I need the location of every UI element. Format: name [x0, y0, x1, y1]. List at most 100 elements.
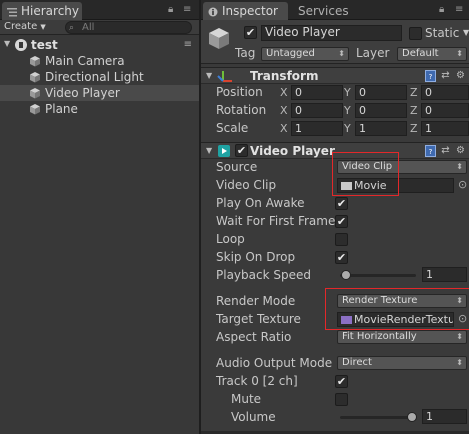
help-book-icon[interactable]: ?	[425, 70, 436, 82]
render-texture-icon	[341, 316, 352, 324]
rotation-x-field[interactable]: 0	[291, 103, 343, 118]
axis-z-label: Z	[410, 86, 418, 99]
target-texture-label: Target Texture	[216, 312, 301, 326]
hierarchy-item-label: Directional Light	[45, 70, 144, 84]
position-z-field[interactable]: 0	[421, 85, 469, 100]
volume-slider[interactable]	[340, 416, 416, 419]
gameobject-cube-icon	[30, 104, 40, 115]
lock-icon[interactable]: 🔒︎	[168, 4, 173, 15]
audio-output-mode-dropdown[interactable]: Direct ⬍	[337, 356, 467, 370]
axis-x-label: X	[280, 104, 288, 117]
gameobject-cube-icon	[209, 28, 229, 49]
playback-speed-slider-handle[interactable]	[341, 270, 351, 280]
dropdown-arrow-icon: ⬍	[456, 296, 463, 305]
rotation-y-field[interactable]: 0	[355, 103, 407, 118]
source-dropdown[interactable]: Video Clip ⬍	[337, 160, 467, 174]
scale-z-field[interactable]: 1	[421, 121, 469, 136]
mute-label: Mute	[231, 392, 262, 406]
render-mode-dropdown[interactable]: Render Texture ⬍	[337, 294, 467, 308]
tab-hierarchy[interactable]: Hierarchy	[2, 2, 82, 20]
object-name-field[interactable]: Video Player	[261, 25, 402, 41]
hierarchy-item-label: Main Camera	[45, 54, 125, 68]
playback-speed-slider[interactable]	[340, 274, 416, 277]
layer-value: Default	[402, 48, 439, 59]
video-clip-field[interactable]: Movie	[337, 178, 454, 193]
loop-checkbox[interactable]	[335, 233, 348, 246]
search-placeholder: All	[82, 22, 95, 33]
transform-header[interactable]: ▼ Transform ? ⇄ ⚙	[201, 67, 469, 84]
track-checkbox[interactable]: ✔	[335, 375, 348, 388]
source-label: Source	[216, 160, 258, 174]
video-clip-value: Movie	[354, 179, 387, 192]
skip-on-drop-label: Skip On Drop	[216, 250, 296, 264]
rotation-z-field[interactable]: 0	[421, 103, 469, 118]
tab-inspector[interactable]: Inspector	[203, 2, 288, 20]
unity-editor: Hierarchy 🔒︎ ≡ Create ▼ ⌕ All ▼ test ≡ M…	[0, 0, 469, 434]
preset-icon[interactable]: ⇄	[440, 145, 451, 157]
position-y-field[interactable]: 0	[355, 85, 407, 100]
hierarchy-item-label: Video Player	[45, 86, 120, 100]
chevron-down-icon: ▼	[40, 23, 46, 31]
foldout-arrow-icon[interactable]: ▼	[4, 39, 10, 48]
foldout-arrow-icon[interactable]: ▼	[206, 71, 212, 80]
layer-dropdown[interactable]: Default ⬍	[397, 47, 467, 61]
tab-inspector-label: Inspector	[222, 4, 278, 18]
transform-row-label: Position	[216, 85, 263, 99]
create-button[interactable]: Create ▼	[4, 21, 46, 32]
play-on-awake-checkbox[interactable]: ✔	[335, 197, 348, 210]
position-y-value: 0	[359, 86, 366, 99]
axis-z-label: Z	[410, 122, 418, 135]
axis-z-label: Z	[410, 104, 418, 117]
volume-field[interactable]: 1	[422, 409, 467, 424]
hierarchy-item[interactable]: Video Player	[0, 85, 199, 101]
panel-menu-icon[interactable]: ≡	[183, 4, 191, 15]
object-name-value: Video Player	[265, 25, 340, 39]
help-book-icon[interactable]: ?	[425, 145, 436, 157]
axis-y-label: Y	[344, 86, 351, 99]
mute-checkbox[interactable]	[335, 393, 348, 406]
scale-z-value: 1	[425, 122, 432, 135]
transform-axes-icon	[217, 71, 232, 82]
preset-icon[interactable]: ⇄	[440, 70, 451, 82]
scene-row[interactable]: ▼ test ≡	[0, 37, 199, 53]
scale-y-field[interactable]: 1	[355, 121, 407, 136]
scale-x-field[interactable]: 1	[291, 121, 343, 136]
skip-on-drop-checkbox[interactable]: ✔	[335, 251, 348, 264]
dropdown-arrow-icon: ⬍	[456, 332, 463, 341]
dropdown-arrow-icon: ⬍	[456, 49, 463, 58]
hierarchy-search-input[interactable]: ⌕ All	[65, 21, 192, 34]
object-picker-icon[interactable]: ⊙	[458, 178, 467, 191]
tab-services[interactable]: Services	[291, 2, 361, 20]
tab-services-label: Services	[298, 4, 349, 18]
target-texture-field[interactable]: MovieRenderTextu	[337, 312, 454, 327]
axis-x-label: X	[280, 122, 288, 135]
tag-dropdown[interactable]: Untagged ⬍	[261, 47, 349, 61]
play-on-awake-label: Play On Awake	[216, 196, 305, 210]
lock-icon[interactable]: 🔒︎	[439, 4, 444, 15]
transform-title: Transform	[250, 69, 319, 83]
scene-menu-icon[interactable]: ≡	[184, 39, 192, 50]
chevron-down-icon[interactable]: ▼	[463, 28, 469, 37]
volume-slider-handle[interactable]	[407, 412, 417, 422]
source-value: Video Clip	[342, 161, 393, 172]
gear-icon[interactable]: ⚙	[455, 145, 466, 157]
foldout-arrow-icon[interactable]: ▼	[206, 146, 212, 155]
playback-speed-field[interactable]: 1	[422, 267, 467, 282]
loop-label: Loop	[216, 232, 245, 246]
position-x-field[interactable]: 0	[291, 85, 343, 100]
hierarchy-item[interactable]: Directional Light	[0, 69, 199, 85]
audio-output-mode-label: Audio Output Mode	[216, 356, 333, 370]
gameobject-cube-icon	[30, 72, 40, 83]
wait-first-frame-checkbox[interactable]: ✔	[335, 215, 348, 228]
transform-row-label: Scale	[216, 121, 249, 135]
gear-icon[interactable]: ⚙	[455, 70, 466, 82]
video-player-enabled-checkbox[interactable]: ✔	[235, 144, 248, 157]
object-picker-icon[interactable]: ⊙	[458, 312, 467, 325]
aspect-ratio-dropdown[interactable]: Fit Horizontally ⬍	[337, 330, 467, 344]
active-checkbox[interactable]: ✔	[244, 26, 257, 39]
video-player-header[interactable]: ▼ ✔ Video Player ? ⇄ ⚙	[201, 142, 469, 159]
panel-menu-icon[interactable]: ≡	[455, 4, 463, 15]
static-checkbox[interactable]	[409, 27, 422, 40]
hierarchy-item[interactable]: Main Camera	[0, 53, 199, 69]
hierarchy-item[interactable]: Plane	[0, 101, 199, 117]
